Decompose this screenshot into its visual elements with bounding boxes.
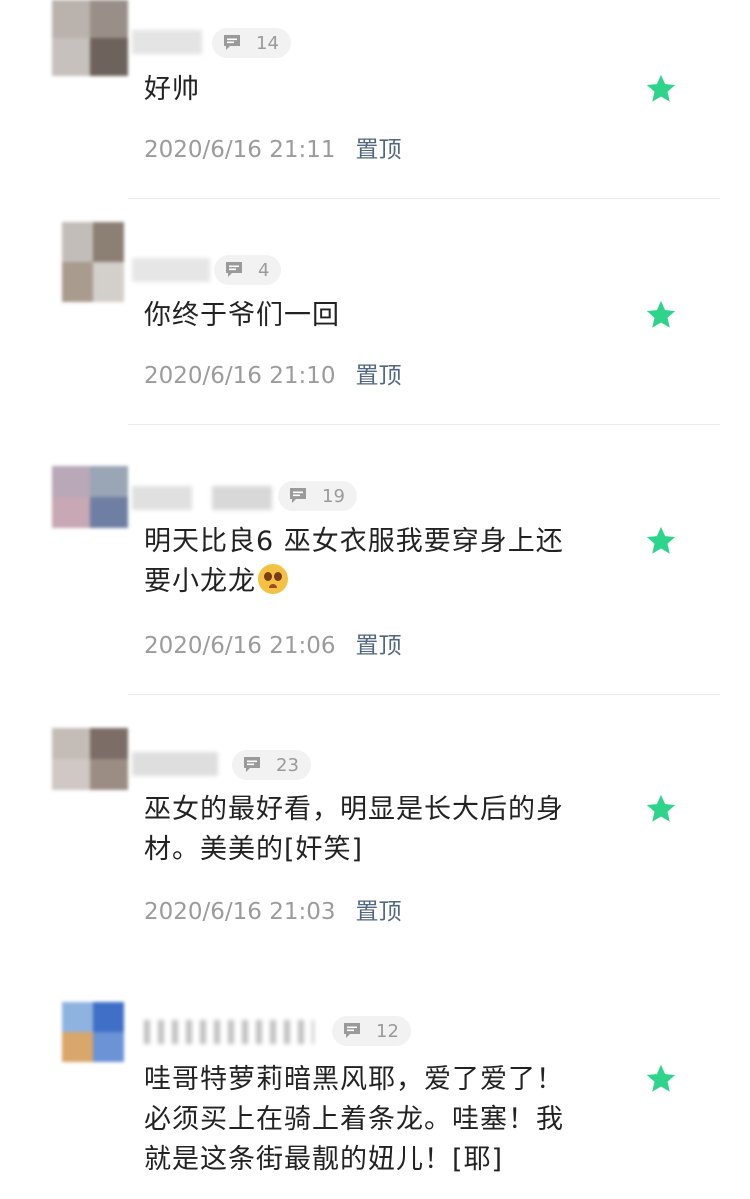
comment-meta: 2020/6/16 21:06 置顶 <box>144 626 402 660</box>
comment-text: 哇哥特萝莉暗黑风耶，爱了爱了！ 必须买上在骑上着条龙。哇塞！我 就是这条街最靓的… <box>144 1060 614 1180</box>
comment-meta: 2020/6/16 21:03 置顶 <box>144 892 402 926</box>
pin-button[interactable]: 置顶 <box>356 633 402 659</box>
username-blurred[interactable] <box>132 258 210 282</box>
comment-line: 材。美美的[奸笑] <box>144 834 364 865</box>
divider <box>128 694 720 695</box>
comment-bubble-icon <box>226 262 242 277</box>
avatar[interactable] <box>52 728 128 790</box>
timestamp: 2020/6/16 21:06 <box>144 633 336 659</box>
avatar[interactable] <box>52 0 128 76</box>
comment-bubble-icon <box>244 757 260 772</box>
divider <box>128 198 720 199</box>
reply-count-badge[interactable]: 23 <box>232 750 311 780</box>
comment-line: 巫女的最好看，明显是长大后的身 <box>144 794 564 825</box>
pin-button[interactable]: 置顶 <box>356 363 402 389</box>
comment-line: 明天比良6 巫女衣服我要穿身上还 <box>144 526 564 557</box>
username-blurred[interactable] <box>132 486 272 510</box>
reply-count: 14 <box>256 32 279 54</box>
comment-text: 巫女的最好看，明显是长大后的身 材。美美的[奸笑] <box>144 790 614 870</box>
username-blurred[interactable] <box>132 752 218 776</box>
comment-line: 哇哥特萝莉暗黑风耶，爱了爱了！ <box>144 1064 564 1095</box>
avatar[interactable] <box>62 222 124 302</box>
pin-button[interactable]: 置顶 <box>356 137 402 163</box>
reply-count-badge[interactable]: 12 <box>332 1016 411 1046</box>
reply-count: 23 <box>276 754 299 776</box>
reply-count-badge[interactable]: 14 <box>212 28 291 58</box>
username-blurred[interactable] <box>144 1020 314 1044</box>
star-icon[interactable] <box>644 298 678 332</box>
avatar[interactable] <box>52 466 128 528</box>
pin-button[interactable]: 置顶 <box>356 899 402 925</box>
reply-count-badge[interactable]: 4 <box>214 255 282 285</box>
comment-bubble-icon <box>224 35 240 50</box>
star-icon[interactable] <box>644 72 678 106</box>
comment-line: 好帅 <box>144 74 200 105</box>
comment-line: 就是这条街最靓的妞儿！[耶] <box>144 1144 504 1175</box>
comment-text: 明天比良6 巫女衣服我要穿身上还 要小龙龙 <box>144 522 614 602</box>
comment-line: 你终于爷们一回 <box>144 300 340 331</box>
reply-count: 12 <box>376 1020 399 1042</box>
star-icon[interactable] <box>644 524 678 558</box>
comment-line: 必须买上在骑上着条龙。哇塞！我 <box>144 1104 564 1135</box>
star-icon[interactable] <box>644 1062 678 1096</box>
comment-meta: 2020/6/16 21:10 置顶 <box>144 356 402 390</box>
timestamp: 2020/6/16 21:03 <box>144 899 336 925</box>
username-blurred[interactable] <box>132 30 202 54</box>
reply-count: 4 <box>258 259 270 281</box>
comment-text: 你终于爷们一回 <box>144 296 614 336</box>
comment-meta: 2020/6/16 21:11 置顶 <box>144 130 402 164</box>
comment-bubble-icon <box>344 1023 360 1038</box>
comment-line: 要小龙龙 <box>144 562 614 602</box>
comment-line-text: 要小龙龙 <box>144 566 256 597</box>
divider <box>128 424 720 425</box>
comment-bubble-icon <box>290 488 306 503</box>
comment-text: 好帅 <box>144 70 614 110</box>
star-icon[interactable] <box>644 792 678 826</box>
timestamp: 2020/6/16 21:11 <box>144 137 336 163</box>
reply-count-badge[interactable]: 19 <box>278 481 357 511</box>
timestamp: 2020/6/16 21:10 <box>144 363 336 389</box>
pleading-face-emoji <box>258 564 288 594</box>
reply-count: 19 <box>322 485 345 507</box>
avatar[interactable] <box>62 1002 124 1062</box>
